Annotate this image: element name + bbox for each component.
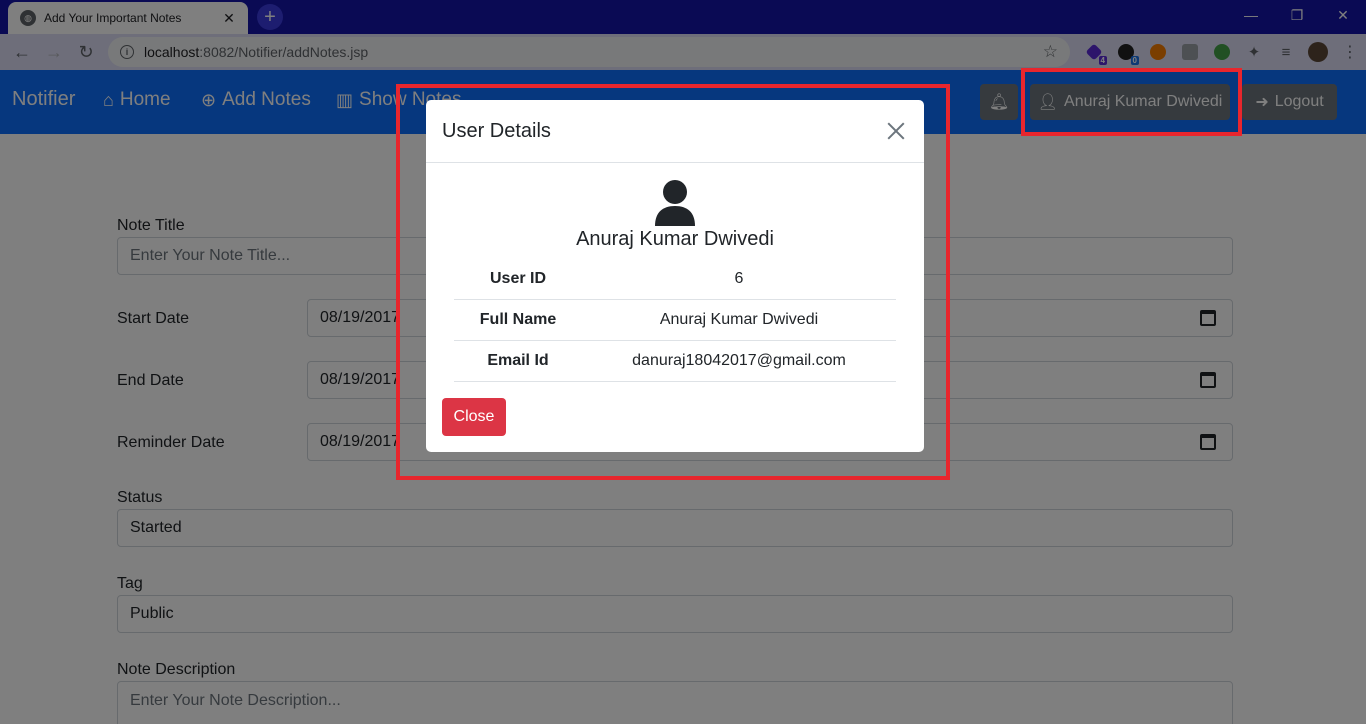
- modal-close-icon[interactable]: [884, 119, 908, 143]
- row-value: danuraj18042017@gmail.com: [582, 340, 896, 382]
- close-button[interactable]: Close: [442, 398, 506, 436]
- user-details-table: User ID 6 Full Name Anuraj Kumar Dwivedi…: [454, 259, 896, 382]
- user-details-modal: User Details Anuraj Kumar Dwivedi User I…: [426, 100, 924, 452]
- modal-user-name: Anuraj Kumar Dwivedi: [576, 228, 774, 250]
- row-key: User ID: [454, 259, 582, 300]
- row-key: Email Id: [454, 340, 582, 382]
- modal-title: User Details: [442, 119, 551, 142]
- annotation-box-user-button: [1021, 68, 1242, 136]
- row-value: 6: [582, 259, 896, 300]
- table-row: Full Name Anuraj Kumar Dwivedi: [454, 299, 896, 341]
- row-value: Anuraj Kumar Dwivedi: [582, 299, 896, 341]
- modal-header: User Details: [426, 100, 924, 163]
- table-row: User ID 6: [454, 259, 896, 300]
- table-row: Email Id danuraj18042017@gmail.com: [454, 340, 896, 382]
- row-key: Full Name: [454, 299, 582, 341]
- user-avatar-icon: [655, 180, 695, 226]
